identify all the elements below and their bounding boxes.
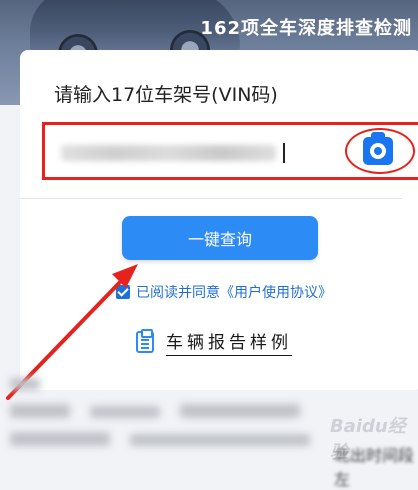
blurred-text xyxy=(90,406,160,418)
blurred-text xyxy=(10,404,70,418)
blurred-text xyxy=(130,434,310,446)
blurred-text xyxy=(180,404,300,418)
bottom-text-fragment: 北出时间段左 xyxy=(334,446,415,489)
blurred-text xyxy=(10,378,40,390)
blurred-text xyxy=(10,432,110,446)
annotation-arrow xyxy=(6,264,138,400)
